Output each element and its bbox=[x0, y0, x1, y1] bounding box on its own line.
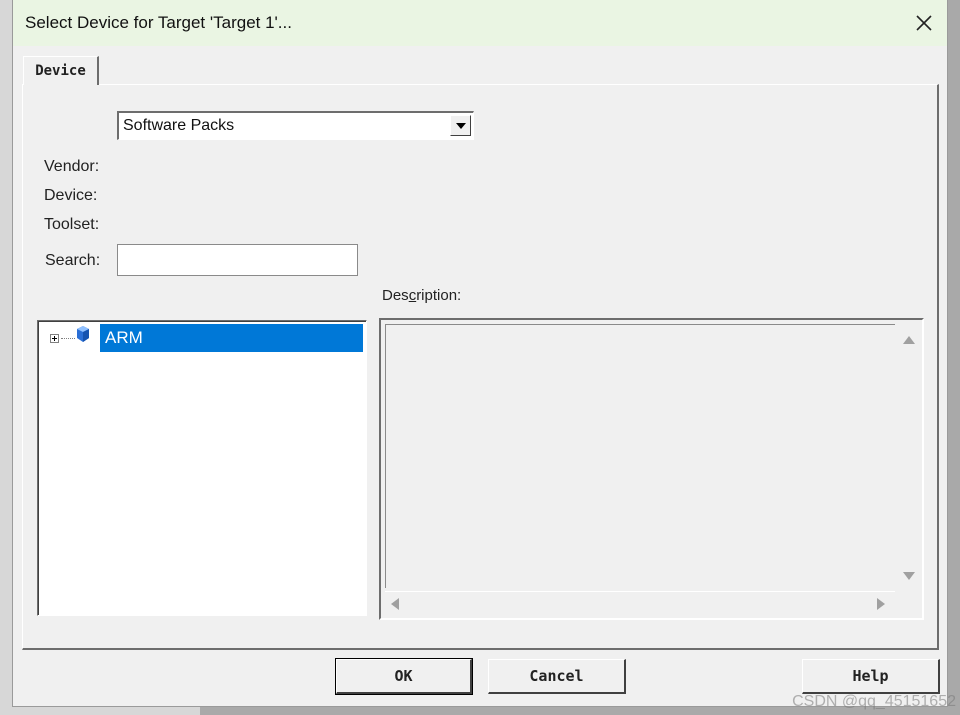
window-title: Select Device for Target 'Target 1'... bbox=[25, 13, 292, 32]
search-input[interactable] bbox=[117, 244, 358, 276]
vendor-label: Vendor: bbox=[44, 158, 100, 175]
horizontal-scrollbar[interactable] bbox=[385, 591, 895, 614]
device-label: Device: bbox=[44, 187, 98, 204]
vertical-scrollbar[interactable] bbox=[896, 324, 920, 588]
watermark: CSDN @qq_45151652 bbox=[792, 693, 956, 710]
pack-icon bbox=[76, 326, 90, 347]
close-button[interactable] bbox=[909, 8, 939, 38]
tree-item-arm[interactable]: ARM bbox=[48, 324, 368, 352]
pack-filter-value: Software Packs bbox=[123, 117, 235, 134]
device-tree[interactable]: ARM bbox=[37, 320, 367, 616]
close-icon bbox=[916, 15, 932, 31]
toolset-label: Toolset: bbox=[44, 216, 100, 233]
scroll-left-icon[interactable] bbox=[391, 598, 399, 610]
scroll-right-icon[interactable] bbox=[877, 598, 885, 610]
help-button[interactable]: Help bbox=[802, 659, 940, 694]
ok-button[interactable]: OK bbox=[335, 658, 473, 695]
tree-item-label: ARM bbox=[100, 324, 363, 352]
pack-filter-dropdown[interactable]: Software Packs bbox=[117, 111, 474, 140]
tree-connector bbox=[61, 338, 75, 340]
dropdown-button[interactable] bbox=[450, 115, 471, 136]
scroll-down-icon[interactable] bbox=[903, 572, 915, 580]
description-label: Description: bbox=[382, 287, 461, 304]
description-box bbox=[379, 318, 924, 620]
description-label-part: ription: bbox=[416, 287, 462, 304]
tab-device[interactable]: Device bbox=[23, 56, 99, 85]
description-text bbox=[385, 324, 895, 588]
search-label: Search: bbox=[45, 252, 101, 269]
description-label-part: Des bbox=[382, 287, 409, 304]
scroll-up-icon[interactable] bbox=[903, 336, 915, 344]
expand-icon[interactable] bbox=[50, 334, 59, 343]
cancel-button[interactable]: Cancel bbox=[488, 659, 626, 694]
chevron-down-icon bbox=[455, 122, 466, 129]
select-device-dialog: Select Device for Target 'Target 1'... D… bbox=[12, 0, 948, 707]
tab-device-label: Device bbox=[35, 63, 86, 79]
title-bar: Select Device for Target 'Target 1'... bbox=[13, 0, 947, 46]
